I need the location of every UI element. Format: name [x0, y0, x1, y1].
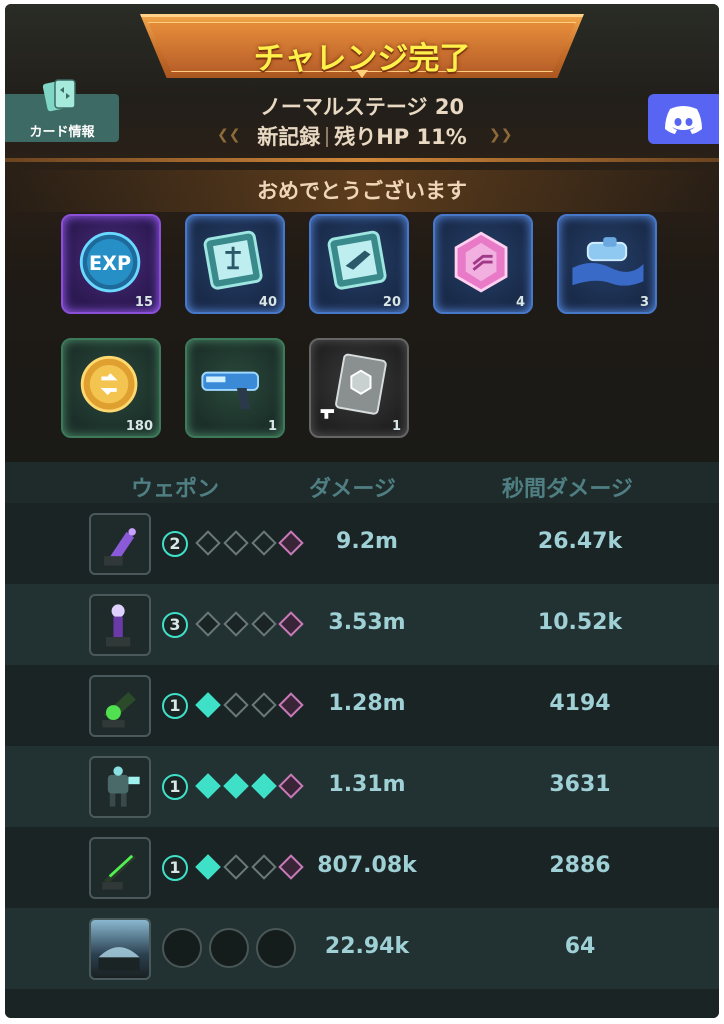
green-cannon-turret-icon — [89, 675, 151, 737]
reward-blue-pistol[interactable]: 1 — [185, 338, 285, 438]
star-empty-icon — [223, 530, 249, 556]
damage-value: 3.53m — [328, 610, 406, 635]
header-damage: ダメージ — [309, 477, 396, 502]
title-banner: チャレンジ完了 — [140, 14, 584, 78]
dome-base-icon — [89, 918, 151, 980]
reward-gold-coin[interactable]: 180 — [61, 338, 161, 438]
empty-slot — [162, 928, 202, 968]
table-header: ウェポン ダメージ 秒間ダメージ — [5, 462, 719, 508]
star-empty-icon — [251, 854, 277, 880]
header-dps: 秒間ダメージ — [502, 477, 633, 502]
star-filled-icon — [195, 692, 221, 718]
level-badge: 1 — [162, 774, 188, 800]
reward-exp[interactable]: EXP 15 — [61, 214, 161, 314]
star-empty-icon — [223, 692, 249, 718]
star-empty-icon — [223, 611, 249, 637]
table-row[interactable]: 1 1.31m 3631 — [5, 746, 719, 827]
reward-count: 40 — [258, 295, 277, 310]
level-badge: 3 — [162, 612, 188, 638]
chevron-left-icon: ❮❮ — [217, 127, 241, 143]
reward-count: 15 — [134, 295, 153, 310]
star-filled-icon — [223, 773, 249, 799]
level-badge: 1 — [162, 855, 188, 881]
hp-remaining: 残りHP 11% — [334, 125, 467, 149]
table-row[interactable]: 1 1.28m 4194 — [5, 665, 719, 746]
star-empty-icon — [251, 530, 277, 556]
star-filled-icon — [195, 854, 221, 880]
empty-slot — [256, 928, 296, 968]
table-row[interactable]: 2 9.2m 26.47k — [5, 503, 719, 584]
dps-value: 4194 — [549, 691, 611, 716]
level-badge: 1 — [162, 693, 188, 719]
damage-value: 9.2m — [336, 529, 398, 554]
reward-count: 180 — [125, 419, 153, 434]
dps-value: 2886 — [549, 853, 611, 878]
weapon-damage-table: ウェポン ダメージ 秒間ダメージ 2 9.2m 26.47k 3 3.53m 1… — [5, 462, 719, 1018]
divider — [326, 127, 329, 147]
purple-drill-turret-icon — [89, 513, 151, 575]
reward-count: 20 — [382, 295, 401, 310]
table-row[interactable]: 3 3.53m 10.52k — [5, 584, 719, 665]
tesla-orb-turret-icon — [89, 594, 151, 656]
exp-label: EXP — [89, 252, 131, 275]
star-empty-icon — [195, 611, 221, 637]
reward-count: 4 — [515, 295, 525, 310]
reward-count: 1 — [391, 419, 401, 434]
star-filled-icon — [195, 773, 221, 799]
dps-value: 3631 — [549, 772, 611, 797]
mech-robot-icon — [89, 756, 151, 818]
dps-value: 10.52k — [537, 610, 623, 635]
discord-button[interactable] — [648, 94, 719, 144]
star-filled-icon — [251, 773, 277, 799]
congrats-banner: おめでとうございます — [5, 170, 719, 212]
damage-value: 22.94k — [324, 934, 410, 959]
discord-icon — [665, 106, 702, 134]
level-badge: 2 — [162, 531, 188, 557]
green-laser-turret-icon — [89, 837, 151, 899]
header-weapon: ウェポン — [131, 477, 220, 502]
reward-blueprint-crate[interactable]: 40 — [185, 214, 285, 314]
reward-count: 3 — [639, 295, 649, 310]
reward-silver-chip[interactable]: 1 — [309, 338, 409, 438]
damage-value: 1.28m — [328, 691, 406, 716]
dps-value: 64 — [564, 934, 596, 959]
result-screen: チャレンジ完了 カード情報 ノーマルステージ 20 新記録 残りHP 11% ❮❮… — [5, 4, 719, 1018]
new-record-label: 新記録 — [257, 125, 321, 149]
reward-blueprint-scroll[interactable]: 3 — [557, 214, 657, 314]
record-line: 新記録 残りHP 11% — [5, 121, 719, 151]
star-empty-icon — [251, 692, 277, 718]
chevron-right-icon: ❯❯ — [489, 127, 513, 143]
damage-value: 1.31m — [328, 772, 406, 797]
reward-count: 1 — [267, 419, 277, 434]
star-empty-icon — [223, 854, 249, 880]
rewards-panel: おめでとうございます EXP 15 40 20 4 3 180 1 1 — [5, 162, 719, 462]
dps-value: 26.47k — [537, 529, 623, 554]
empty-slot — [209, 928, 249, 968]
star-empty-icon — [251, 611, 277, 637]
damage-value: 807.08k — [317, 853, 417, 878]
table-row[interactable]: 1 807.08k 2886 — [5, 827, 719, 908]
stage-name: ノーマルステージ 20 — [259, 95, 465, 119]
table-row[interactable]: 22.94k 64 — [5, 908, 719, 989]
reward-weapon-crate[interactable]: 20 — [309, 214, 409, 314]
star-empty-icon — [195, 530, 221, 556]
reward-pink-chip[interactable]: 4 — [433, 214, 533, 314]
